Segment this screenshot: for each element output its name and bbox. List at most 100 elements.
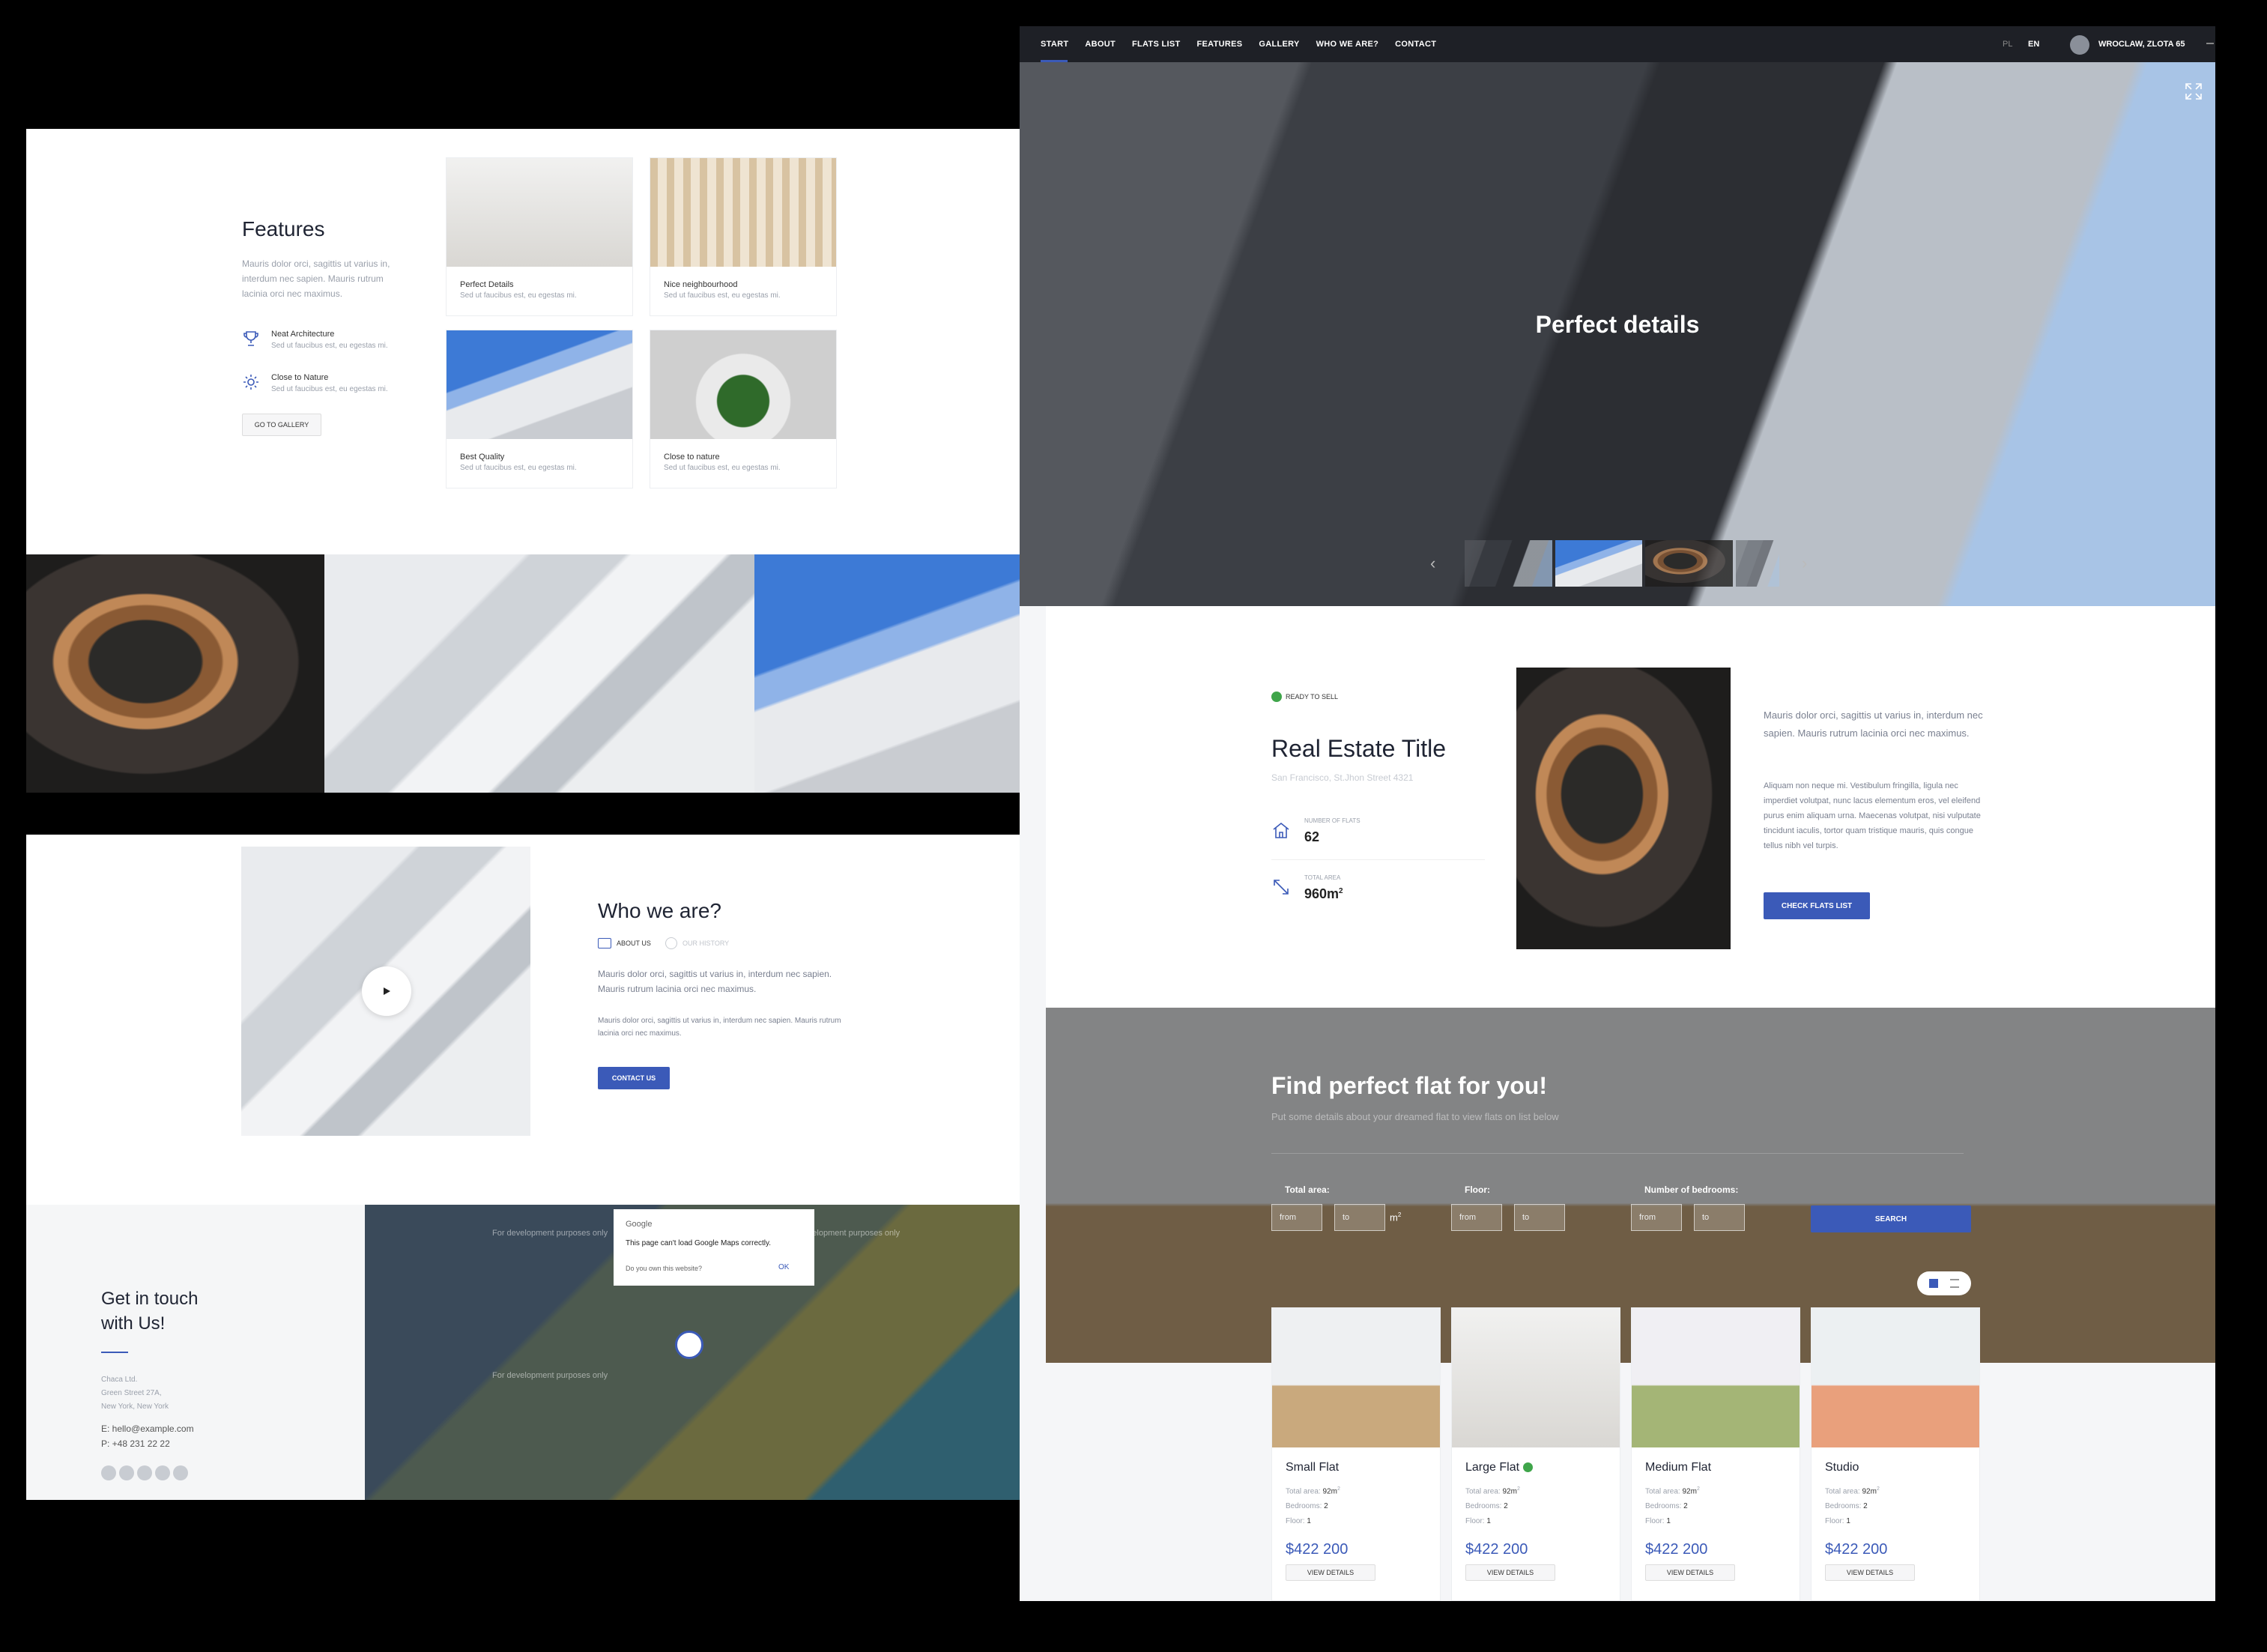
card-sub: Sed ut faucibus est, eu egestas mi. <box>664 464 781 472</box>
go-to-gallery-button[interactable]: GO TO GALLERY <box>242 414 321 436</box>
slider-prev-icon[interactable]: ‹ <box>1430 554 1435 573</box>
trophy-icon <box>242 330 260 348</box>
flat-card[interactable]: Small Flat Total area: 92m2 Bedrooms: 2 … <box>1271 1307 1441 1601</box>
google-plus-icon[interactable] <box>119 1465 134 1480</box>
gallery-image[interactable] <box>754 554 1047 793</box>
estate-text-1: Mauris dolor orci, sagittis ut varius in… <box>1764 709 1983 739</box>
divider <box>1271 859 1485 860</box>
flat-bedrooms-value: 2 <box>1863 1502 1868 1511</box>
floor-filter-label: Floor: <box>1465 1184 1490 1195</box>
lang-pl[interactable]: PL <box>2003 40 2012 49</box>
flat-floor-value: 1 <box>1307 1517 1311 1526</box>
stat-value-number: 960m <box>1304 886 1340 901</box>
nav-gallery[interactable]: GALLERY <box>1259 40 1299 49</box>
youtube-icon[interactable] <box>155 1465 170 1480</box>
flat-name-text: Large Flat <box>1465 1461 1520 1474</box>
lang-en[interactable]: EN <box>2028 40 2039 49</box>
feature-2-title: Close to Nature <box>271 373 329 382</box>
floor-to-input[interactable]: to <box>1514 1204 1565 1231</box>
slider-next-icon[interactable]: › <box>1802 554 1807 573</box>
slider-thumbnail[interactable] <box>1735 540 1780 587</box>
map-marker-icon[interactable] <box>675 1331 703 1359</box>
flat-floor: Floor: 1 <box>1452 1514 1620 1529</box>
nav-about[interactable]: ABOUT <box>1085 40 1116 49</box>
card-title: Nice neighbourhood <box>664 280 738 289</box>
view-details-button[interactable]: VIEW DETAILS <box>1286 1564 1375 1582</box>
slider-thumbnails[interactable] <box>1465 540 1780 587</box>
feature-card[interactable]: Nice neighbourhood Sed ut faucibus est, … <box>650 157 837 316</box>
flat-image <box>1272 1308 1440 1447</box>
map-dialog-ok[interactable]: OK <box>778 1263 789 1271</box>
contact-phone[interactable]: P: +48 231 22 22 <box>101 1438 170 1449</box>
contact-us-button[interactable]: CONTACT US <box>598 1067 670 1089</box>
flat-floor-value: 1 <box>1666 1517 1671 1526</box>
slider-thumbnail[interactable] <box>1465 540 1552 587</box>
flat-card[interactable]: Studio Total area: 92m2 Bedrooms: 2 Floo… <box>1811 1307 1980 1601</box>
flat-floor-label: Floor: <box>1286 1517 1305 1526</box>
location-label[interactable]: WROCLAW, ZLOTA 65 <box>2098 40 2185 49</box>
search-button[interactable]: SEARCH <box>1811 1205 1971 1232</box>
flat-name: Small Flat <box>1286 1461 1340 1474</box>
tab-about-us[interactable]: ABOUT US <box>617 940 651 947</box>
flat-bedrooms-label: Bedrooms: <box>1465 1502 1502 1511</box>
flat-bedrooms: Bedrooms: 2 <box>1812 1499 1979 1514</box>
feature-card[interactable]: Close to nature Sed ut faucibus est, eu … <box>650 330 837 488</box>
contact-panel: Get in touch with Us! Chaca Ltd. Green S… <box>26 1205 365 1500</box>
check-circle-icon <box>1271 692 1282 702</box>
arrows-expand-icon <box>1271 877 1291 897</box>
nav-features[interactable]: FEATURES <box>1196 40 1242 49</box>
gallery-image[interactable] <box>26 554 324 793</box>
flat-area-value: 92m <box>1682 1487 1697 1496</box>
estate-title: Real Estate Title <box>1271 735 1446 762</box>
map[interactable]: For development purposes only For develo… <box>365 1205 1047 1500</box>
view-toggle <box>1917 1271 1971 1295</box>
expand-icon[interactable] <box>2184 82 2203 101</box>
address-line: Chaca Ltd. <box>101 1376 138 1384</box>
address-line: New York, New York <box>101 1403 169 1411</box>
card-sub: Sed ut faucibus est, eu egestas mi. <box>664 291 781 300</box>
gallery-image[interactable] <box>324 554 754 793</box>
twitter-icon[interactable] <box>137 1465 152 1480</box>
linkedin-icon[interactable] <box>173 1465 188 1480</box>
feature-card[interactable]: Best Quality Sed ut faucibus est, eu ege… <box>446 330 633 488</box>
feature-card[interactable]: Perfect Details Sed ut faucibus est, eu … <box>446 157 633 316</box>
bedrooms-filter-label: Number of bedrooms: <box>1644 1184 1739 1195</box>
play-icon[interactable] <box>362 966 411 1016</box>
estate-image <box>1516 668 1731 949</box>
contact-title-2: with Us! <box>101 1313 166 1334</box>
card-image <box>447 158 632 267</box>
contact-email[interactable]: E: hello@example.com <box>101 1423 194 1434</box>
slider-thumbnail[interactable] <box>1645 540 1733 587</box>
area-from-input[interactable]: from <box>1271 1204 1322 1231</box>
flat-area-label: Total area: <box>1286 1487 1321 1496</box>
view-details-button[interactable]: VIEW DETAILS <box>1645 1564 1735 1582</box>
search-title: Find perfect flat for you! <box>1271 1072 1547 1099</box>
flat-floor: Floor: 1 <box>1632 1514 1800 1529</box>
nav-start[interactable]: START <box>1041 40 1068 49</box>
slider-thumbnail[interactable] <box>1555 540 1643 587</box>
flat-card[interactable]: Large Flat Total area: 92m2 Bedrooms: 2 … <box>1451 1307 1620 1601</box>
list-view-icon[interactable] <box>1950 1279 1959 1288</box>
flat-area: Total area: 92m2 <box>1452 1482 1620 1499</box>
floor-from-input[interactable]: from <box>1451 1204 1502 1231</box>
estate-address: San Francisco, St.Jhon Street 4321 <box>1271 772 1414 783</box>
flat-area-value: 92m <box>1862 1487 1877 1496</box>
check-flats-list-button[interactable]: CHECK FLATS LIST <box>1764 892 1870 919</box>
menu-icon[interactable] <box>2206 43 2214 44</box>
nav-who-we-are[interactable]: WHO WE ARE? <box>1316 40 1379 49</box>
location-avatar[interactable] <box>2070 35 2089 55</box>
flat-bedrooms-value: 2 <box>1683 1502 1688 1511</box>
bedrooms-to-input[interactable]: to <box>1694 1204 1745 1231</box>
facebook-icon[interactable] <box>101 1465 116 1480</box>
flat-card[interactable]: Medium Flat Total area: 92m2 Bedrooms: 2… <box>1631 1307 1800 1601</box>
nav-contact[interactable]: CONTACT <box>1395 40 1436 49</box>
view-details-button[interactable]: VIEW DETAILS <box>1825 1564 1915 1582</box>
flat-area-label: Total area: <box>1645 1487 1680 1496</box>
view-details-button[interactable]: VIEW DETAILS <box>1465 1564 1555 1582</box>
feature-2-sub: Sed ut faucibus est, eu egestas mi. <box>271 385 388 393</box>
grid-view-icon[interactable] <box>1929 1279 1938 1288</box>
bedrooms-from-input[interactable]: from <box>1631 1204 1682 1231</box>
tab-our-history[interactable]: OUR HISTORY <box>682 940 729 947</box>
area-to-input[interactable]: to <box>1334 1204 1385 1231</box>
nav-flats-list[interactable]: FLATS LIST <box>1132 40 1181 49</box>
